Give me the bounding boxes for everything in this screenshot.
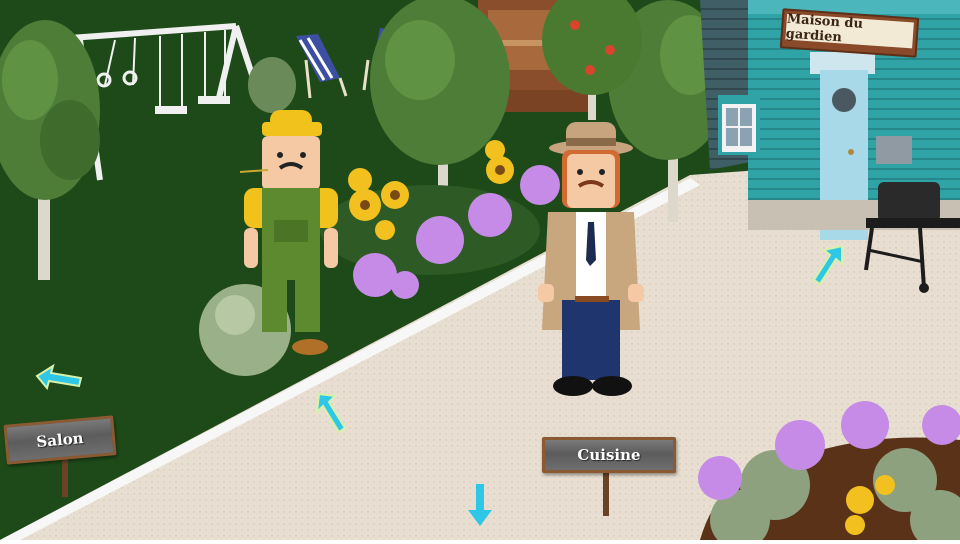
nav-arrow-down-icon[interactable] [466, 482, 494, 528]
nav-arrow-up-left-icon[interactable] [313, 390, 349, 436]
salon-sign-label: Salon [6, 418, 114, 462]
house-sign-label: Maison du gardien [785, 12, 914, 49]
garden-scene: Maison du gardien Salon Cuisine [0, 0, 960, 544]
nav-arrow-left-icon[interactable] [33, 360, 85, 394]
cuisine-sign[interactable]: Cuisine [542, 437, 676, 473]
cuisine-sign-post [603, 468, 609, 516]
nav-arrow-up-right-icon[interactable] [812, 244, 846, 288]
cuisine-sign-label: Cuisine [545, 440, 673, 470]
